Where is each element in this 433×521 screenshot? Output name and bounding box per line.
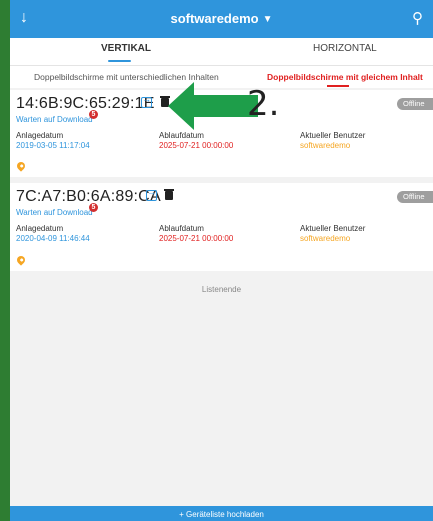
count-badge: 5 xyxy=(89,203,98,212)
device-card[interactable]: 7C:A7:B0:6A:89:CA Warten auf Download 5 … xyxy=(10,183,433,271)
trash-icon[interactable] xyxy=(164,189,174,200)
status-badge: Offline xyxy=(397,191,433,203)
expiry-value: 2025-07-21 00:00:00 xyxy=(159,141,234,150)
caret-down-icon: ▼ xyxy=(262,14,273,25)
active-subtab-indicator xyxy=(327,85,349,87)
user-label: Aktueller Benutzer xyxy=(300,131,366,140)
open-device-icon[interactable] xyxy=(141,94,152,108)
expiry-label: Ablaufdatum xyxy=(159,224,204,233)
device-mac: 7C:A7:B0:6A:89:CA xyxy=(16,188,161,205)
app-frame: ↓ softwaredemo ▼ ⚲ VERTIKAL HORIZONTAL Do… xyxy=(10,0,433,521)
upload-device-list-button[interactable]: + Geräteliste hochladen xyxy=(10,506,433,521)
account-selector[interactable]: softwaredemo ▼ xyxy=(10,11,433,26)
subtab-different-content[interactable]: Doppelbildschirme mit unterschiedlichen … xyxy=(34,72,219,82)
expiry-label: Ablaufdatum xyxy=(159,131,204,140)
subtab-same-content[interactable]: Doppelbildschirme mit gleichem Inhalt xyxy=(267,72,423,82)
location-pin-icon[interactable] xyxy=(15,160,27,172)
step-label: 2. xyxy=(247,84,280,124)
tab-horizontal[interactable]: HORIZONTAL xyxy=(313,43,377,54)
expiry-value: 2025-07-21 00:00:00 xyxy=(159,234,234,243)
search-icon[interactable]: ⚲ xyxy=(412,9,423,27)
top-bar: ↓ softwaredemo ▼ ⚲ xyxy=(10,0,433,38)
open-device-icon[interactable] xyxy=(146,187,157,201)
active-tab-indicator xyxy=(108,60,131,62)
user-value: softwaredemo xyxy=(300,234,351,243)
orientation-tabs: VERTIKAL HORIZONTAL xyxy=(10,38,433,66)
download-status[interactable]: Warten auf Download xyxy=(16,208,93,217)
user-value: softwaredemo xyxy=(300,141,351,150)
count-badge: 5 xyxy=(89,110,98,119)
list-end-label: Listenende xyxy=(201,285,242,294)
account-title: softwaredemo xyxy=(170,11,259,26)
download-status[interactable]: Warten auf Download xyxy=(16,115,93,124)
location-pin-icon[interactable] xyxy=(15,254,27,266)
device-mac: 14:6B:9C:65:29:1E xyxy=(16,95,155,112)
created-label: Anlagedatum xyxy=(16,131,64,140)
created-value: 2019-03-05 11:17:04 xyxy=(16,141,90,150)
created-label: Anlagedatum xyxy=(16,224,64,233)
user-label: Aktueller Benutzer xyxy=(300,224,366,233)
tab-vertikal[interactable]: VERTIKAL xyxy=(101,43,151,54)
status-badge: Offline xyxy=(397,98,433,110)
created-value: 2020-04-09 11:46:44 xyxy=(16,234,90,243)
